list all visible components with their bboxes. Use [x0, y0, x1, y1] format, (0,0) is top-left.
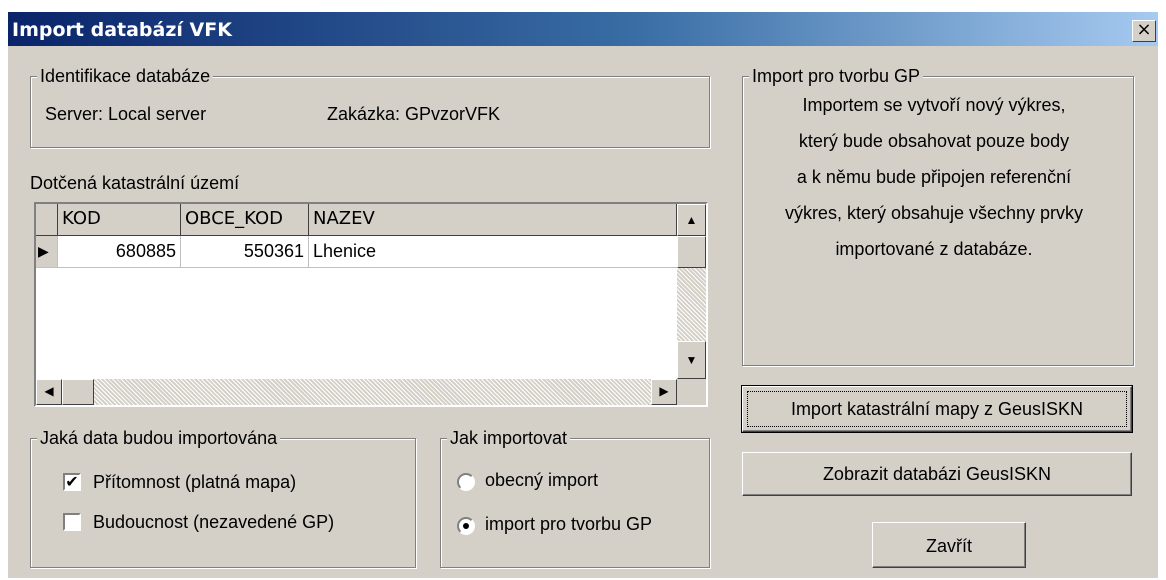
import-mode-legend: Jak importovat [447, 427, 571, 449]
import-mode-group: Jak importovat obecný import import pro … [440, 427, 710, 568]
gp-info-line: Importem se vytvoří nový výkres, [802, 95, 1066, 115]
scrollbar-corner [677, 379, 706, 405]
table-cell-kod[interactable]: 680885 [58, 236, 181, 268]
horizontal-scroll-thumb[interactable] [62, 379, 94, 405]
table-cell-nazev[interactable]: Lhenice [309, 236, 677, 268]
territory-grid[interactable]: KOD OBCE_KOD NAZEV ▶ 680885 550361 Lheni… [34, 202, 708, 407]
title-bar[interactable]: Import databází VFK × [8, 12, 1158, 46]
general-import-radio[interactable] [457, 473, 475, 491]
gp-import-label[interactable]: import pro tvorbu GP [485, 513, 652, 535]
table-cell-obce-kod[interactable]: 550361 [181, 236, 309, 268]
territory-label: Dotčená katastrální území [30, 173, 240, 193]
identification-group: Identifikace databáze Server: Local serv… [30, 65, 710, 148]
scroll-right-icon[interactable]: ▶ [651, 379, 677, 405]
show-database-button[interactable]: Zobrazit databázi GeusISKN [742, 452, 1132, 496]
order-label: Zakázka: GPvzorVFK [327, 104, 501, 124]
gp-info-text: Importem se vytvoří nový výkres, který b… [748, 87, 1120, 267]
dialog-title: Import databází VFK [12, 19, 232, 41]
future-checkbox[interactable] [63, 513, 81, 531]
row-selector-header [36, 204, 58, 236]
data-type-group: Jaká data budou importována ✔ Přítomnost… [30, 427, 416, 568]
data-type-legend: Jaká data budou importována [37, 427, 281, 449]
server-label: Server: Local server [45, 104, 207, 124]
close-icon[interactable]: × [1132, 20, 1156, 42]
import-map-label: Import katastrální mapy z GeusISKN [790, 399, 1084, 419]
gp-info-line: který bude obsahovat pouze body [798, 131, 1070, 151]
present-label[interactable]: Přítomnost (platná mapa) [93, 471, 296, 493]
scroll-left-icon[interactable]: ◀ [36, 379, 62, 405]
gp-info-line: výkres, který obsahuje všechny prvky [784, 203, 1084, 223]
scroll-down-icon[interactable]: ▼ [677, 341, 706, 379]
future-label[interactable]: Budoucnost (nezavedené GP) [93, 511, 334, 533]
gp-info-legend: Import pro tvorbu GP [749, 65, 924, 87]
scroll-up-icon[interactable]: ▲ [677, 204, 706, 236]
row-indicator-icon: ▶ [36, 236, 58, 268]
gp-info-line: a k němu bude připojen referenční [796, 167, 1072, 187]
close-button[interactable]: Zavřít [872, 522, 1026, 568]
column-header-obce-kod[interactable]: OBCE_KOD [181, 204, 309, 236]
vertical-scroll-thumb[interactable] [677, 236, 706, 268]
column-header-kod[interactable]: KOD [58, 204, 181, 236]
present-checkbox[interactable]: ✔ [63, 473, 81, 491]
column-header-nazev[interactable]: NAZEV [309, 204, 677, 236]
gp-import-radio[interactable] [457, 517, 475, 535]
import-dialog: Import databází VFK × Identifikace datab… [8, 12, 1158, 578]
import-map-button[interactable]: Import katastrální mapy z GeusISKN [741, 385, 1133, 433]
horizontal-scroll-track[interactable] [36, 379, 677, 405]
general-import-label[interactable]: obecný import [485, 469, 598, 491]
gp-info-line: importované z databáze. [835, 239, 1033, 259]
identification-legend: Identifikace databáze [37, 65, 214, 87]
